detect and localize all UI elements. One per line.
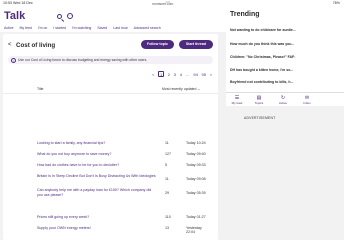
thread-title[interactable]: What do you not buy anymore to save mone… — [37, 152, 111, 157]
trending-panel: Trending Not wanting to do childcare for… — [226, 8, 344, 106]
reply-count: 13 — [165, 226, 169, 230]
page-current[interactable]: 1 — [158, 71, 165, 77]
nav-im-on[interactable]: I'm on — [38, 26, 47, 30]
prev-page-icon[interactable]: < — [152, 72, 154, 77]
page-3[interactable]: 3 — [174, 72, 176, 77]
nav-my-feed[interactable]: My feed — [20, 26, 32, 30]
trending-item[interactable]: Not wanting to do childcare for auntie..… — [230, 28, 342, 32]
table-row[interactable]: How bad do clothes have to be for you to… — [3, 163, 218, 171]
reply-count: 29 — [165, 191, 169, 195]
page-94[interactable]: 94 — [193, 72, 197, 77]
page-2[interactable]: 2 — [168, 72, 170, 77]
table-row[interactable]: Looking to start a family, any financial… — [3, 141, 218, 149]
last-updated: Today 09:33 — [186, 163, 206, 167]
reply-count: 127 — [165, 152, 171, 156]
last-updated: Today 05:39 — [186, 191, 206, 195]
page-95[interactable]: 95 — [202, 72, 206, 77]
reply-count: 11 — [165, 177, 169, 181]
table-row[interactable]: Can anybody help me with a payday loan f… — [3, 188, 218, 202]
thread-title[interactable]: Britain Is In Steep Decline But Don't Is… — [37, 174, 157, 179]
follow-topic-button[interactable]: Follow topic — [141, 40, 174, 49]
bottom-nav-topics[interactable]: ▤ Topics — [248, 95, 270, 105]
last-updated: Today 09:08 — [186, 177, 206, 181]
more-menu-icon[interactable]: ⋯ — [67, 13, 73, 19]
bottom-nav: ☰ My feed ▤ Topics ↻ Active ✉ Inbox — [226, 92, 344, 106]
thread-title[interactable]: Supply your OWN energy meters! — [37, 226, 91, 231]
last-updated: Yesterday 22:04 — [186, 226, 202, 234]
talk-logo[interactable]: Talk — [4, 10, 25, 22]
thread-title[interactable]: Can anybody help me with a payday loan f… — [37, 188, 157, 198]
search-icon[interactable] — [57, 14, 62, 19]
thread-title[interactable]: How bad do clothes have to be for you to… — [37, 163, 119, 168]
table-row[interactable]: Supply your OWN energy meters! 13 Yester… — [3, 226, 218, 238]
bottom-nav-inbox[interactable]: ✉ Inbox — [296, 95, 318, 105]
last-updated: Today 10:24 — [186, 141, 206, 145]
last-updated: Today 01:27 — [186, 215, 206, 219]
nav-last-hour[interactable]: Last hour — [113, 26, 128, 30]
nav-active[interactable]: Active — [4, 26, 14, 30]
battery-indicator: 76% — [332, 1, 340, 5]
reply-count: 5 — [165, 163, 167, 167]
nav-advanced-search[interactable]: Advanced search — [134, 26, 161, 30]
page-4[interactable]: 4 — [180, 72, 182, 77]
trending-item[interactable]: Boyfriend not contributing to bills, h..… — [230, 80, 342, 84]
bottom-nav-my-feed[interactable]: ☰ My feed — [226, 95, 248, 105]
info-text: Use our Cost of Living forum to discuss … — [18, 58, 148, 62]
thread-title[interactable]: Looking to start a family, any financial… — [37, 141, 105, 146]
status-time-date: 10:53 Wed 18 Dec — [3, 1, 33, 5]
reply-count: 11 — [165, 141, 169, 145]
table-row[interactable]: What do you not buy anymore to save mone… — [3, 152, 218, 160]
nav-saved[interactable]: Saved — [97, 26, 107, 30]
next-page-icon[interactable]: > — [210, 72, 212, 77]
chevron-down-icon: ⌄ — [197, 87, 201, 91]
table-row[interactable]: Prices still going up every week? 110 To… — [3, 215, 218, 223]
pagination: < 1 2 3 4 … 94 95 > — [152, 71, 215, 77]
reply-count: 110 — [165, 215, 171, 219]
trending-item[interactable]: DH has bought a kitten home, I'm so... — [230, 68, 342, 72]
table-row[interactable]: Britain Is In Steep Decline But Don't Is… — [3, 174, 218, 188]
trending-item[interactable]: Children: "No Christmas, Please!" FAF: — [230, 55, 342, 59]
status-bar: 10:53 Wed 18 Dec ••• mumsnet.com 76% — [0, 0, 344, 7]
thread-title[interactable]: Prices still going up every week? — [37, 215, 89, 220]
page-title: Cost of living — [16, 42, 56, 49]
title-column-header: Title — [37, 87, 44, 91]
sort-dropdown[interactable]: Most recently updated ⌄ — [162, 87, 200, 91]
last-updated: Today 09:40 — [186, 152, 206, 156]
page-ellipsis: … — [185, 72, 190, 77]
ad-slot — [3, 94, 218, 137]
nav-i-started[interactable]: I started — [53, 26, 66, 30]
advertisement-label: ADVERTISEMENT — [244, 116, 276, 120]
forum-panel: < Cost of living Follow topic Start thre… — [3, 34, 218, 240]
info-icon: i — [11, 57, 16, 63]
trending-title: Trending — [230, 11, 260, 18]
start-thread-button[interactable]: Start thread — [179, 40, 213, 49]
info-banner: i Use our Cost of Living forum to discus… — [8, 56, 213, 64]
talk-nav: Active My feed I'm on I started I'm watc… — [4, 26, 166, 30]
bottom-nav-active[interactable]: ↻ Active — [272, 95, 294, 105]
back-chevron-icon[interactable]: < — [8, 42, 12, 48]
trending-item[interactable]: How much do you think this was you... — [230, 42, 342, 46]
nav-im-watching[interactable]: I'm watching — [72, 26, 91, 30]
